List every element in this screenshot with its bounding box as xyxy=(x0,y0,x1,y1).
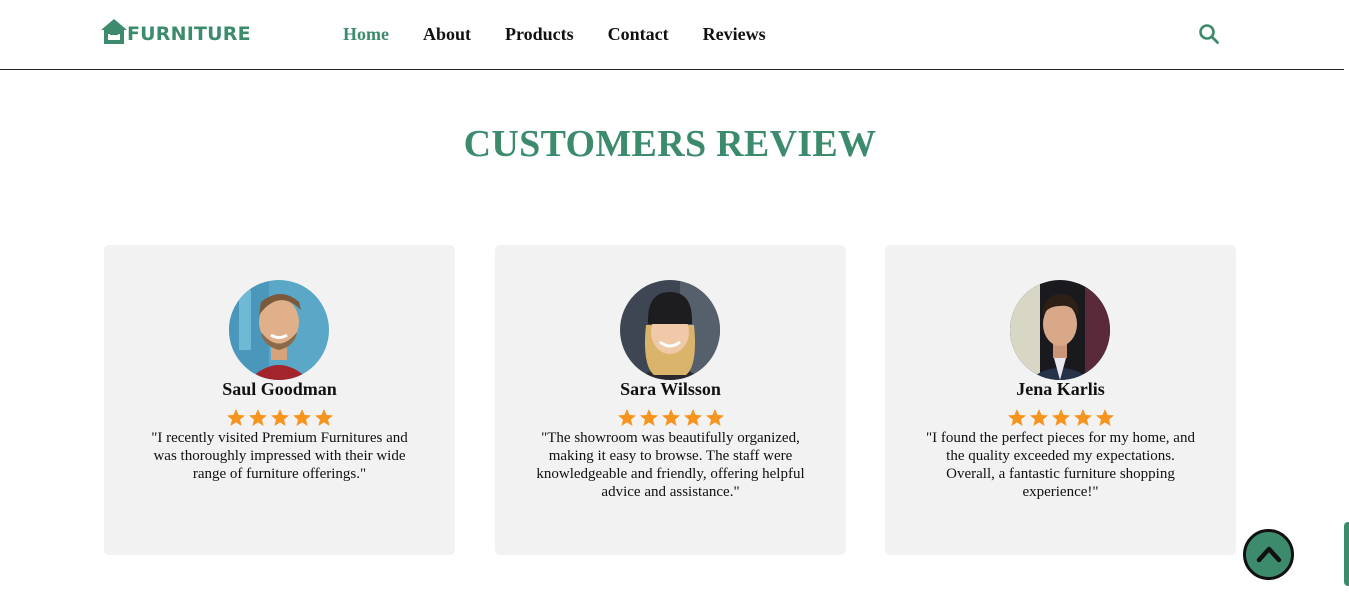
nav-contact[interactable]: Contact xyxy=(608,22,669,46)
review-text: "The showroom was beautifully organized,… xyxy=(536,430,805,500)
house-sofa-icon xyxy=(101,19,127,44)
star-icon xyxy=(661,409,680,426)
avatar xyxy=(229,280,329,380)
search-button[interactable] xyxy=(1198,23,1220,45)
star-rating xyxy=(885,408,1236,428)
search-icon xyxy=(1199,24,1219,44)
star-icon xyxy=(248,409,267,426)
avatar xyxy=(620,280,720,380)
side-tab[interactable] xyxy=(1344,522,1349,586)
star-icon xyxy=(314,409,333,426)
review-text: "I found the perfect pieces for my home,… xyxy=(926,430,1195,500)
avatar xyxy=(1010,280,1110,380)
star-icon xyxy=(292,409,311,426)
reviewer-name: Sara Wilsson xyxy=(620,379,721,399)
reviewer-name: Jena Karlis xyxy=(1016,379,1105,399)
star-icon xyxy=(683,409,702,426)
nav-reviews[interactable]: Reviews xyxy=(703,22,766,46)
main-nav: Home About Products Contact Reviews xyxy=(343,22,800,46)
star-icon xyxy=(1073,409,1092,426)
star-icon xyxy=(1007,409,1026,426)
star-icon xyxy=(1095,409,1114,426)
star-icon xyxy=(617,409,636,426)
star-icon xyxy=(639,409,658,426)
brand-logo[interactable]: FURNITURE xyxy=(100,15,251,45)
section-title: CUSTOMERS REVIEW xyxy=(463,123,877,165)
nav-about[interactable]: About xyxy=(423,22,471,46)
review-text: "I recently visited Premium Furnitures a… xyxy=(151,430,408,482)
nav-products[interactable]: Products xyxy=(505,22,574,46)
brand-name: FURNITURE xyxy=(127,23,251,45)
star-icon xyxy=(270,409,289,426)
review-card: Saul Goodman "I recently visited Premium… xyxy=(104,245,455,555)
scroll-to-top-button[interactable] xyxy=(1243,529,1294,580)
star-icon xyxy=(1029,409,1048,426)
review-card: Sara Wilsson "The showroom was beautiful… xyxy=(495,245,846,555)
reviewer-name: Saul Goodman xyxy=(222,379,337,399)
review-card: Jena Karlis "I found the perfect pieces … xyxy=(885,245,1236,555)
site-header: FURNITURE Home About Products Contact Re… xyxy=(0,0,1344,70)
star-icon xyxy=(226,409,245,426)
chevron-up-icon xyxy=(1256,546,1281,562)
star-icon xyxy=(1051,409,1070,426)
nav-home[interactable]: Home xyxy=(343,22,389,46)
star-icon xyxy=(705,409,724,426)
star-rating xyxy=(104,408,455,428)
star-rating xyxy=(495,408,846,428)
